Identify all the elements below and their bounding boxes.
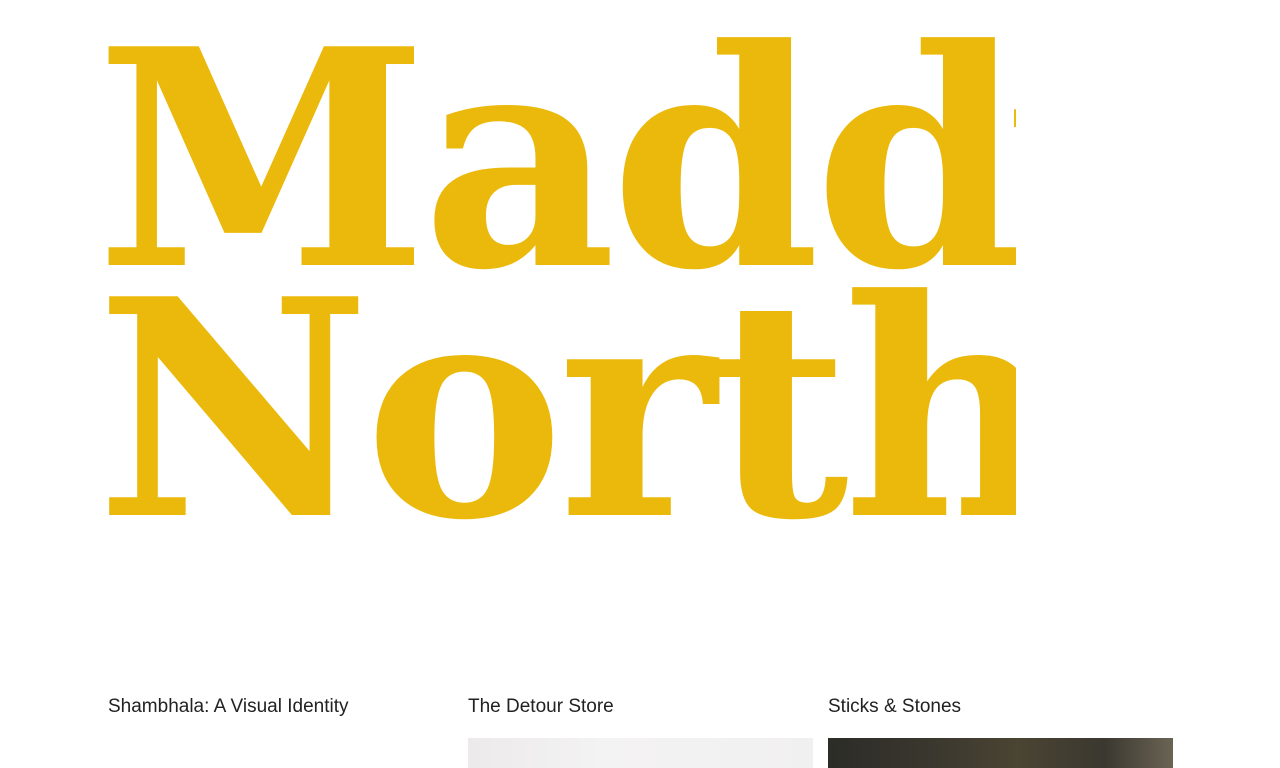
logo-line-2: North <box>96 233 1016 530</box>
logo-wordmark: Maddy North <box>96 20 1016 530</box>
project-grid: Shambhala: A Visual Identity The Detour … <box>108 694 1174 768</box>
project-title[interactable]: Sticks & Stones <box>828 694 1173 720</box>
project-card[interactable]: Shambhala: A Visual Identity <box>108 694 453 768</box>
project-title[interactable]: The Detour Store <box>468 694 813 720</box>
site-logo[interactable]: Maddy North <box>96 20 1016 530</box>
project-thumbnail[interactable] <box>828 738 1173 768</box>
project-card[interactable]: Sticks & Stones <box>828 694 1173 768</box>
project-title[interactable]: Shambhala: A Visual Identity <box>108 694 453 720</box>
project-card[interactable]: The Detour Store <box>468 694 813 768</box>
project-thumbnail[interactable] <box>468 738 813 768</box>
